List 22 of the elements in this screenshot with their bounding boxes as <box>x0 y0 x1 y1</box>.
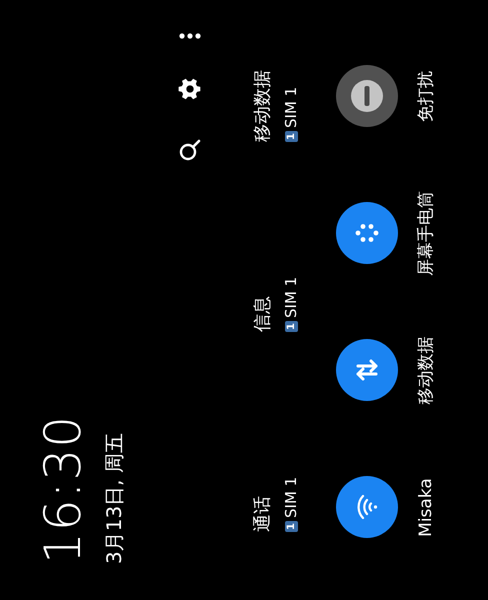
sim-badge: 1 <box>285 131 298 142</box>
more-icon[interactable] <box>178 32 202 40</box>
dots-ring-icon <box>356 224 378 242</box>
sim-label: SIM 1 <box>283 86 300 128</box>
date-text: 3月13日, 周五 <box>102 433 126 564</box>
search-icon[interactable] <box>178 138 202 162</box>
tile-label: 屏幕手电筒 <box>416 191 436 276</box>
transfer-arrows-icon <box>356 360 378 381</box>
tile-label: Misaka <box>416 478 436 537</box>
tile-label: 移动数据 <box>416 336 436 404</box>
shortcut-label[interactable]: 移动数据 <box>252 70 274 142</box>
sim-badge: 1 <box>285 321 298 332</box>
sim-label: SIM 1 <box>283 276 300 318</box>
shortcut-label[interactable]: 通话 <box>252 496 274 532</box>
sim-label: SIM 1 <box>283 476 300 518</box>
clock-time: 16:30 <box>38 414 88 564</box>
wifi-icon <box>358 495 378 520</box>
minus-circle-icon <box>351 80 383 112</box>
settings-icon[interactable] <box>177 76 203 102</box>
sim-badge: 1 <box>285 521 298 532</box>
tile-label: 免打扰 <box>416 71 436 122</box>
shortcut-label[interactable]: 信息 <box>252 296 274 332</box>
